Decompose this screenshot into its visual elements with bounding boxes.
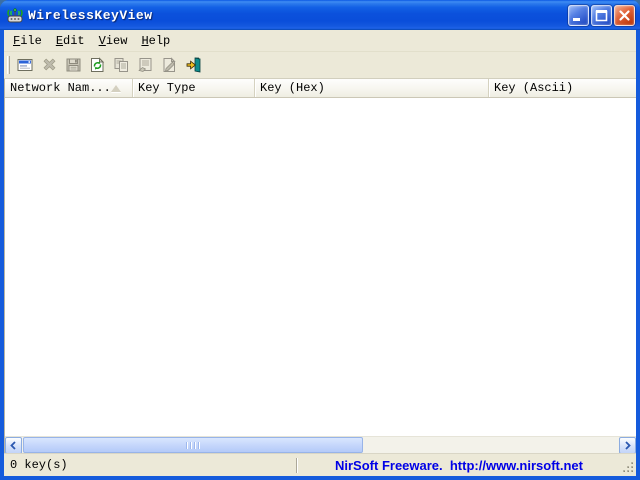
menu-view[interactable]: View [92,30,135,51]
client-area: File Edit View Help Network Nam... Key T… [4,30,636,476]
window-title: WirelessKeyView [28,7,153,23]
close-icon [619,9,630,21]
delete-icon [43,58,56,71]
save-button [62,54,85,76]
exit-button[interactable] [182,54,205,76]
report-options-button[interactable] [14,54,37,76]
column-header-network-name[interactable]: Network Nam... [5,79,133,97]
refresh-icon [91,57,105,72]
status-key-count: 0 key(s) [10,458,68,472]
title-bar[interactable]: WirelessKeyView [0,0,640,30]
resize-grip-icon[interactable] [621,460,635,474]
horizontal-scrollbar [5,436,636,454]
minimize-button[interactable] [568,4,589,26]
app-window: WirelessKeyView File Edit View Help Netw… [0,0,640,480]
menu-bar: File Edit View Help [4,30,636,52]
scrollbar-track[interactable] [22,437,619,453]
maximize-icon [595,9,608,21]
properties-icon [138,58,152,72]
status-nirsoft-text: NirSoft Freeware. http://www.nirsoft.net [335,457,583,473]
save-icon [66,58,81,72]
scrollbar-thumb[interactable] [23,437,363,453]
menu-file[interactable]: File [6,30,49,51]
list-header: Network Nam... Key Type Key (Hex) Key (A… [5,79,636,98]
chevron-right-icon [625,441,631,450]
list-body[interactable] [5,98,636,436]
chevron-left-icon [10,441,16,450]
column-header-key-type[interactable]: Key Type [133,79,255,97]
wireless-antenna-icon[interactable] [6,7,24,24]
maximize-button[interactable] [591,4,612,26]
copy-button [110,54,133,76]
refresh-button[interactable] [86,54,109,76]
scroll-left-button[interactable] [5,437,22,454]
exit-icon [186,57,201,73]
menu-help[interactable]: Help [134,30,177,51]
key-list-view: Network Nam... Key Type Key (Hex) Key (A… [4,79,636,454]
toolbar-gripper [7,56,10,74]
report-options-icon [17,59,33,71]
column-header-key-ascii[interactable]: Key (Ascii) [489,79,636,97]
sort-ascending-icon [110,84,121,92]
menu-edit[interactable]: Edit [49,30,92,51]
copy-icon [114,58,128,72]
html-report-icon [163,57,176,72]
delete-button [38,54,61,76]
close-button[interactable] [614,4,635,26]
status-bar: 0 key(s) NirSoft Freeware. http://www.ni… [4,453,636,476]
html-report-button [158,54,181,76]
properties-button [134,54,157,76]
column-header-key-hex[interactable]: Key (Hex) [255,79,489,97]
minimize-icon [573,17,580,21]
scroll-right-button[interactable] [619,437,636,454]
toolbar [4,52,636,79]
